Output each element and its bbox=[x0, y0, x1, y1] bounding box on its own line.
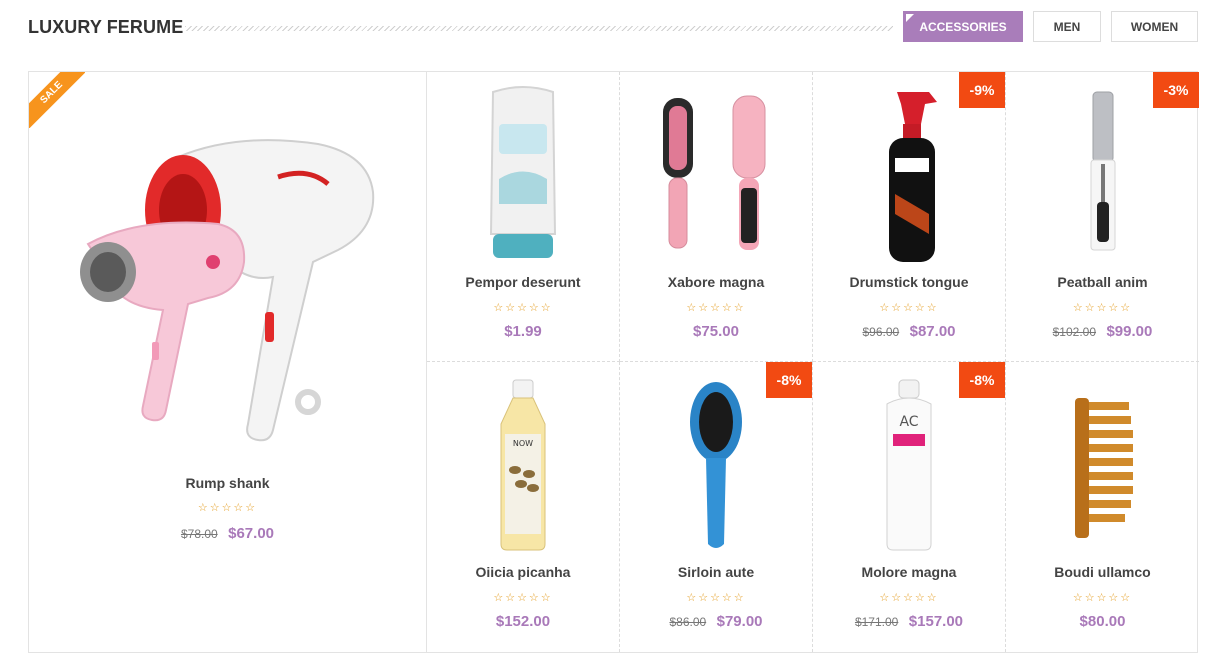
product-name[interactable]: Boudi ullamco bbox=[1006, 564, 1199, 580]
product-card[interactable]: -3% Peatball anim ☆☆☆☆☆ $102.00 $99.00 bbox=[1006, 72, 1199, 362]
mascara-icon[interactable] bbox=[1006, 84, 1199, 264]
price: $99.00 bbox=[1106, 323, 1153, 340]
conditioner-bottle-icon[interactable] bbox=[427, 84, 619, 264]
price: $157.00 bbox=[908, 613, 964, 630]
price-block: $78.00 $67.00 bbox=[29, 525, 426, 543]
price-block: $96.00 $87.00 bbox=[813, 323, 1005, 341]
price-block: $152.00 bbox=[427, 613, 619, 631]
price-block: $102.00 $99.00 bbox=[1006, 323, 1199, 341]
old-price: $96.00 bbox=[862, 325, 900, 339]
rating-stars: ☆☆☆☆☆ bbox=[686, 302, 746, 314]
product-card[interactable]: NOW Oiicia picanha ☆☆☆☆☆ $152.00 bbox=[427, 362, 620, 652]
svg-text:NOW: NOW bbox=[513, 439, 533, 448]
product-card[interactable]: Pempor deserunt ☆☆☆☆☆ $1.99 bbox=[427, 72, 620, 362]
price-block: $171.00 $157.00 bbox=[813, 613, 1005, 631]
tab-accessories[interactable]: ACCESSORIES bbox=[903, 11, 1023, 42]
hair-dryer-icon[interactable] bbox=[29, 112, 426, 492]
old-price: $86.00 bbox=[669, 615, 707, 629]
price-block: $75.00 bbox=[620, 323, 812, 341]
svg-text:AC: AC bbox=[899, 414, 918, 430]
price-block: $86.00 $79.00 bbox=[620, 613, 812, 631]
category-tabs: ACCESSORIES MEN WOMEN bbox=[903, 11, 1198, 42]
rating-stars: ☆☆☆☆☆ bbox=[493, 302, 553, 314]
tab-men[interactable]: MEN bbox=[1033, 11, 1101, 42]
product-name[interactable]: Oiicia picanha bbox=[427, 564, 619, 580]
price: $1.99 bbox=[504, 323, 542, 340]
spray-bottle-icon[interactable] bbox=[813, 84, 1005, 264]
product-name[interactable]: Sirloin aute bbox=[620, 564, 812, 580]
product-name[interactable]: Pempor deserunt bbox=[427, 274, 619, 290]
product-name[interactable]: Molore magna bbox=[813, 564, 1005, 580]
product-card[interactable]: -8% AC Molore magna ☆☆☆☆☆ $171.00 $157.0… bbox=[813, 362, 1006, 652]
rating-stars: ☆☆☆☆☆ bbox=[879, 302, 939, 314]
rating-stars: ☆☆☆☆☆ bbox=[493, 592, 553, 604]
price-block: $1.99 bbox=[427, 323, 619, 341]
product-grid: SALE Rump shank ☆☆☆☆☆ $78.00 $67.00 Pemp… bbox=[28, 71, 1199, 653]
rating-stars: ☆☆☆☆☆ bbox=[879, 592, 939, 604]
product-name[interactable]: Peatball anim bbox=[1006, 274, 1199, 290]
comb-icon[interactable] bbox=[1006, 374, 1199, 554]
old-price: $78.00 bbox=[180, 527, 218, 541]
rating-stars: ☆☆☆☆☆ bbox=[197, 502, 258, 514]
shampoo-bottle-icon[interactable]: AC bbox=[813, 374, 1005, 554]
paddle-brush-icon[interactable] bbox=[620, 374, 812, 554]
price: $87.00 bbox=[909, 323, 956, 340]
product-name[interactable]: Xabore magna bbox=[620, 274, 812, 290]
straightening-brush-icon[interactable] bbox=[620, 84, 812, 264]
product-name[interactable]: Rump shank bbox=[29, 475, 426, 491]
rating-stars: ☆☆☆☆☆ bbox=[1072, 302, 1133, 314]
featured-product[interactable]: SALE Rump shank ☆☆☆☆☆ $78.00 $67.00 bbox=[29, 72, 427, 652]
product-card[interactable]: -8% Sirloin aute ☆☆☆☆☆ $86.00 $79.00 bbox=[620, 362, 813, 652]
oil-bottle-icon[interactable]: NOW bbox=[427, 374, 619, 554]
product-name[interactable]: Drumstick tongue bbox=[813, 274, 1005, 290]
price: $152.00 bbox=[495, 613, 551, 630]
title-divider bbox=[185, 26, 893, 31]
rating-stars: ☆☆☆☆☆ bbox=[1072, 592, 1133, 604]
price: $79.00 bbox=[716, 613, 763, 630]
section-title: LUXURY FERUME bbox=[28, 17, 184, 37]
tab-women[interactable]: WOMEN bbox=[1111, 11, 1198, 42]
product-card[interactable]: Xabore magna ☆☆☆☆☆ $75.00 bbox=[620, 72, 813, 362]
rating-stars: ☆☆☆☆☆ bbox=[686, 592, 746, 604]
price: $75.00 bbox=[693, 323, 739, 340]
price-block: $80.00 bbox=[1006, 613, 1199, 631]
product-card[interactable]: Boudi ullamco ☆☆☆☆☆ $80.00 bbox=[1006, 362, 1199, 652]
price: $67.00 bbox=[228, 525, 275, 542]
price: $80.00 bbox=[1079, 613, 1126, 630]
old-price: $102.00 bbox=[1052, 325, 1097, 339]
section-header: LUXURY FERUME ACCESSORIES MEN WOMEN bbox=[28, 11, 1198, 43]
old-price: $171.00 bbox=[854, 615, 899, 629]
product-card[interactable]: -9% Drumstick tongue ☆☆☆☆☆ $96.00 $87.00 bbox=[813, 72, 1006, 362]
